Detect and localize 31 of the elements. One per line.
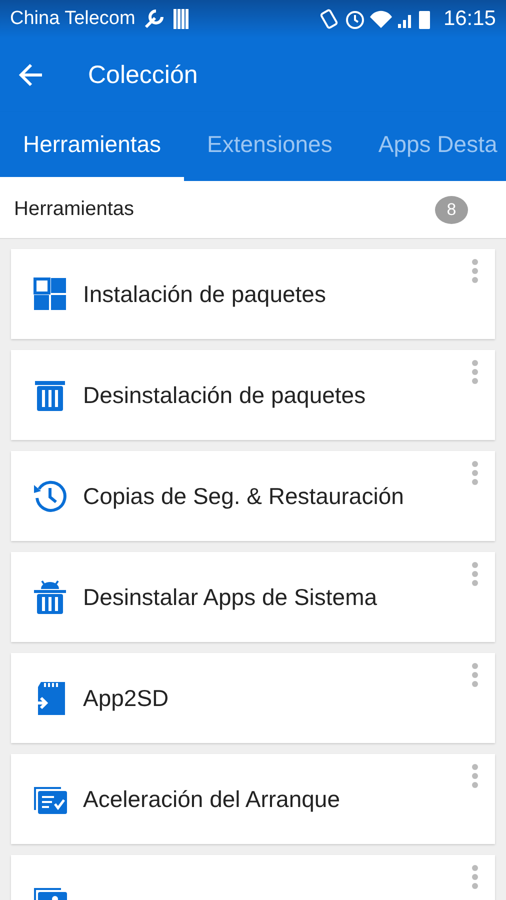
history-icon <box>33 479 67 513</box>
carrier-name: China Telecom <box>10 8 136 30</box>
more-icon[interactable] <box>471 359 479 385</box>
more-icon[interactable] <box>471 258 479 284</box>
section-title: Herramientas <box>14 198 136 221</box>
tool-card[interactable]: Instalación de paquetes <box>11 249 495 339</box>
more-icon[interactable] <box>471 561 479 587</box>
more-icon[interactable] <box>471 763 479 789</box>
tool-card[interactable]: Desinstalación de paquetes <box>11 350 495 440</box>
grid-icon <box>33 277 67 311</box>
wrench-icon <box>143 8 166 30</box>
tool-card[interactable]: Copias de Seg. & Restauración <box>11 451 495 541</box>
screen-title: Colección <box>88 60 198 90</box>
count-badge: 8 <box>435 196 468 224</box>
tool-label: Desinstalar Apps de Sistema <box>83 584 378 610</box>
clock: 16:15 <box>443 7 496 31</box>
more-icon[interactable] <box>471 864 479 890</box>
tool-label: Desinstalación de paquetes <box>83 382 366 408</box>
tool-label: App2SD <box>83 684 169 712</box>
tool-card[interactable]: Aceleración del Arranque <box>11 754 495 844</box>
more-icon[interactable] <box>471 662 479 688</box>
back-icon[interactable] <box>18 62 44 88</box>
tool-label: Instalación de paquetes <box>83 280 326 308</box>
tool-label: Aceleración del Arranque <box>83 786 340 812</box>
tool-label: Copias de Seg. & Restauración <box>83 482 404 510</box>
barcode-icon <box>173 9 192 29</box>
tool-card[interactable]: App2SD <box>11 653 495 743</box>
more-icon[interactable] <box>471 460 479 486</box>
tool-card[interactable]: Desinstalar Apps de Sistema <box>11 552 495 642</box>
trash-icon <box>33 378 67 412</box>
android-trash-icon <box>33 580 67 614</box>
